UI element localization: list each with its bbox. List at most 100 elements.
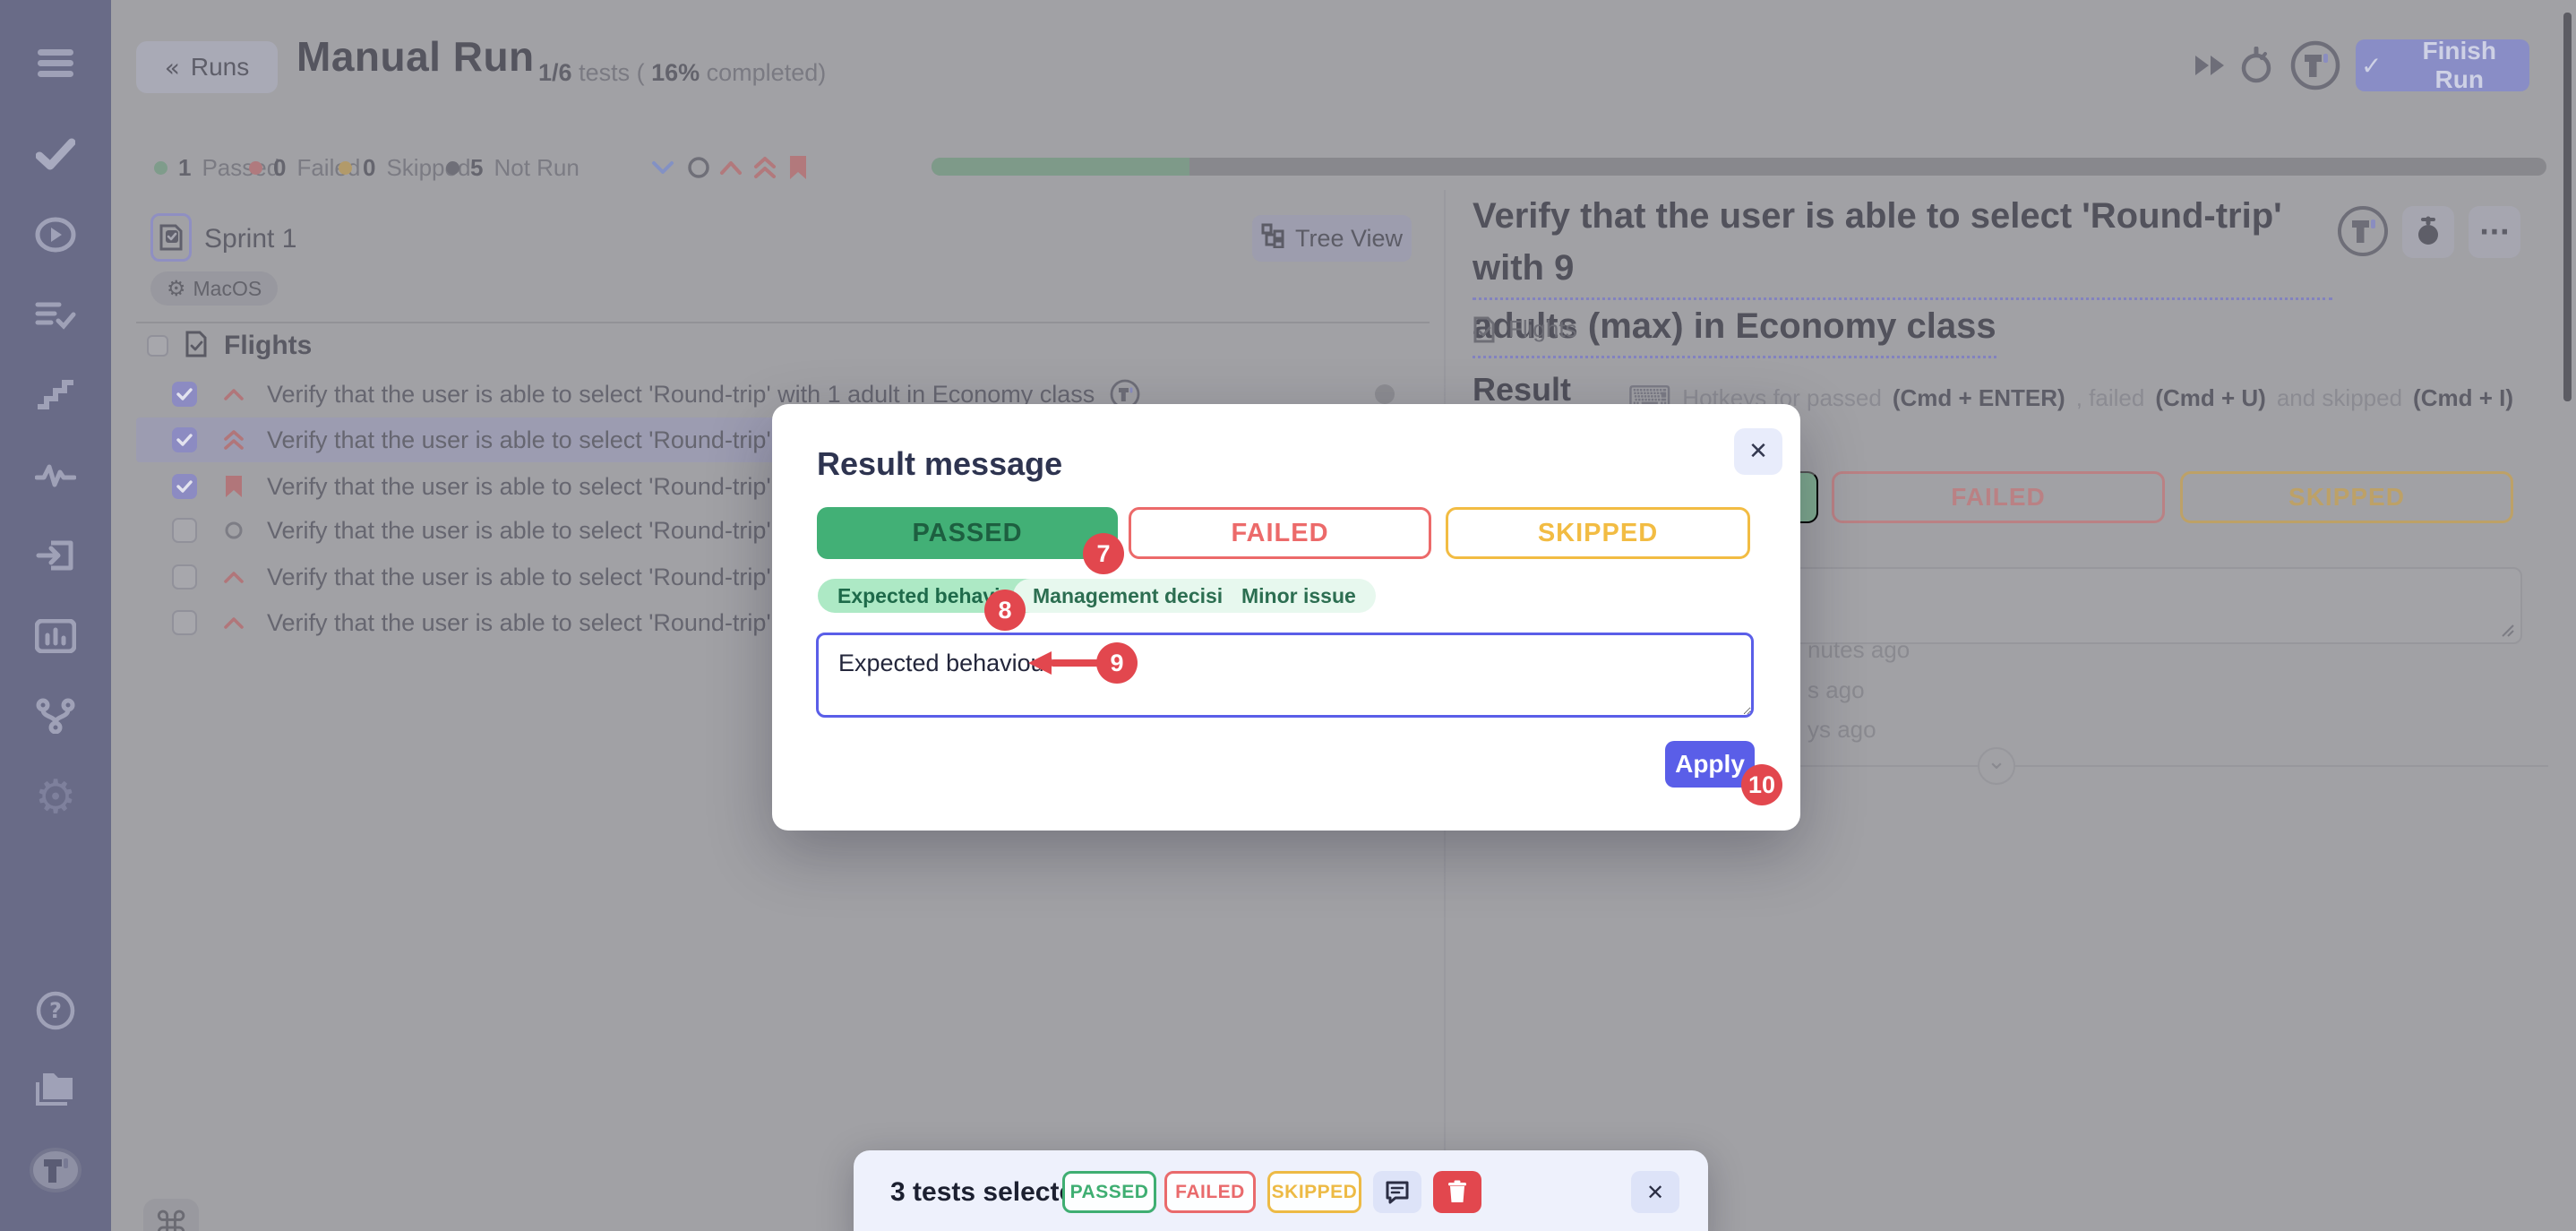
gear-icon: ⚙ (167, 276, 186, 301)
automated-logo-icon (2336, 204, 2390, 258)
modal-passed-button[interactable]: PASSED (817, 507, 1118, 559)
selection-bar-close-button[interactable]: ✕ (1631, 1171, 1679, 1213)
tree-view-label: Tree View (1295, 225, 1403, 253)
brand-logo-icon[interactable] (2289, 39, 2341, 91)
back-icon: « (165, 53, 180, 82)
tutorial-badge-8: 8 (984, 590, 1026, 631)
modal-skipped-button[interactable]: SKIPPED (1446, 507, 1750, 559)
fast-forward-icon[interactable] (2193, 53, 2228, 78)
checkmark-icon[interactable] (36, 138, 75, 170)
test-list-icon[interactable] (35, 299, 76, 331)
bulk-selection-bar: 3 tests selected PASSED FAILED SKIPPED ✕ (854, 1150, 1708, 1231)
result-failed-button[interactable]: FAILED (1832, 471, 2165, 523)
close-icon: ✕ (1646, 1180, 1664, 1205)
bulk-passed-button[interactable]: PASSED (1062, 1171, 1156, 1213)
history-entry: nutes ago (1807, 636, 1910, 664)
sign-in-icon[interactable] (35, 538, 76, 572)
hotkeys-mid1: , failed (2076, 384, 2145, 412)
filter-circle-icon[interactable] (687, 156, 710, 179)
skipped-count: 0 (363, 154, 375, 182)
tree-view-button[interactable]: Tree View (1252, 215, 1412, 262)
scrollbar-thumb[interactable] (2563, 13, 2572, 401)
tree-view-icon (1261, 223, 1284, 254)
workspace-logo[interactable] (29, 1147, 82, 1193)
skipped-dot (339, 161, 352, 175)
priority-double-caret-filter-icon[interactable] (753, 156, 777, 179)
percent-completed: 16% (651, 59, 700, 86)
test-title: Verify that the user is able to select '… (267, 426, 795, 454)
bar-chart-icon[interactable] (35, 619, 76, 653)
bulk-delete-button[interactable] (1433, 1171, 1481, 1213)
bulk-skipped-button[interactable]: SKIPPED (1267, 1171, 1361, 1213)
ellipsis-icon: ··· (2479, 217, 2510, 248)
modal-title: Result message (817, 445, 1062, 483)
help-icon[interactable]: ? (35, 990, 76, 1031)
priority-caret-filter-icon[interactable] (719, 159, 743, 176)
passed-dot (154, 161, 167, 175)
passed-count: 1 (178, 154, 191, 182)
folder-icon[interactable] (34, 1072, 77, 1107)
tutorial-badge-9: 9 (1096, 642, 1138, 684)
test-detail-title[interactable]: Verify that the user is able to select '… (1473, 190, 2332, 358)
document-icon (185, 331, 208, 362)
test-title: Verify that the user is able to select '… (267, 564, 795, 591)
hotkey-passed: (Cmd + ENTER) (1893, 384, 2065, 412)
hotkey-skipped: (Cmd + I) (2413, 384, 2513, 412)
suite-select-button[interactable] (150, 213, 192, 262)
failed-count: 0 (273, 154, 286, 182)
result-message-input[interactable]: Expected behaviour (816, 633, 1754, 718)
notrun-label: Not Run (494, 154, 579, 182)
timer-button[interactable] (2402, 206, 2454, 258)
test-checkbox[interactable] (172, 427, 197, 452)
tests-label: tests ( (579, 59, 645, 86)
runs-label: Runs (191, 53, 249, 82)
menu-icon[interactable] (36, 47, 75, 78)
selection-count: 3 tests selected (890, 1177, 1090, 1208)
history-entry: ys ago (1807, 716, 1876, 744)
tutorial-badge-7: 7 (1083, 533, 1124, 574)
test-checkbox[interactable] (172, 518, 197, 543)
result-skipped-button[interactable]: SKIPPED (2180, 471, 2513, 523)
breadcrumb[interactable]: Flights (1473, 315, 1577, 343)
command-shortcuts-button[interactable]: ⌘ (143, 1199, 199, 1231)
sidebar: ⚙ ? (0, 0, 111, 1231)
panel-divider (136, 322, 1430, 323)
tests-fraction: 1/6 (538, 59, 572, 86)
finish-run-button[interactable]: ✓ Finish Run (2356, 39, 2529, 91)
settings-gear-icon[interactable]: ⚙ (35, 770, 77, 824)
collapse-chevron-icon[interactable] (651, 160, 674, 175)
run-progress-text: 1/6 tests ( 16% completed) (538, 59, 826, 87)
test-checkbox[interactable] (172, 474, 197, 499)
modal-close-button[interactable]: ✕ (1734, 428, 1782, 475)
bulk-comment-button[interactable] (1373, 1171, 1421, 1213)
group-checkbox[interactable] (147, 335, 168, 357)
bulk-failed-button[interactable]: FAILED (1164, 1171, 1256, 1213)
test-checkbox[interactable] (172, 564, 197, 590)
check-icon: ✓ (2361, 51, 2382, 81)
chevron-down-icon: ⌄ (1987, 748, 2006, 775)
expand-history-button[interactable]: ⌄ (1978, 747, 2015, 785)
test-title: Verify that the user is able to select '… (267, 609, 795, 637)
quick-tag-minor-issue[interactable]: Minor issue (1222, 579, 1376, 613)
run-progress-bar (932, 158, 2546, 176)
back-to-runs-button[interactable]: « Runs (136, 41, 278, 93)
suite-title: Sprint 1 (204, 224, 296, 254)
result-message-modal: ✕ Result message PASSED FAILED SKIPPED 7… (772, 404, 1800, 831)
test-checkbox[interactable] (172, 382, 197, 407)
hotkey-failed: (Cmd + U) (2155, 384, 2266, 412)
test-group-row[interactable]: Flights (147, 324, 1428, 367)
bookmark-filter-icon[interactable] (787, 154, 809, 181)
run-play-icon[interactable] (35, 217, 76, 253)
timer-icon[interactable] (2238, 47, 2274, 84)
notrun-dot (446, 161, 459, 175)
result-heading: Result (1473, 371, 1571, 409)
git-branch-icon[interactable] (36, 698, 75, 734)
steps-icon[interactable] (36, 380, 75, 410)
test-checkbox[interactable] (172, 610, 197, 635)
pulse-icon[interactable] (35, 460, 76, 490)
notrun-count: 5 (470, 154, 483, 182)
command-icon: ⌘ (153, 1205, 189, 1231)
modal-failed-button[interactable]: FAILED (1129, 507, 1431, 559)
environment-tag[interactable]: ⚙ MacOS (150, 271, 278, 306)
more-options-button[interactable]: ··· (2469, 206, 2520, 258)
